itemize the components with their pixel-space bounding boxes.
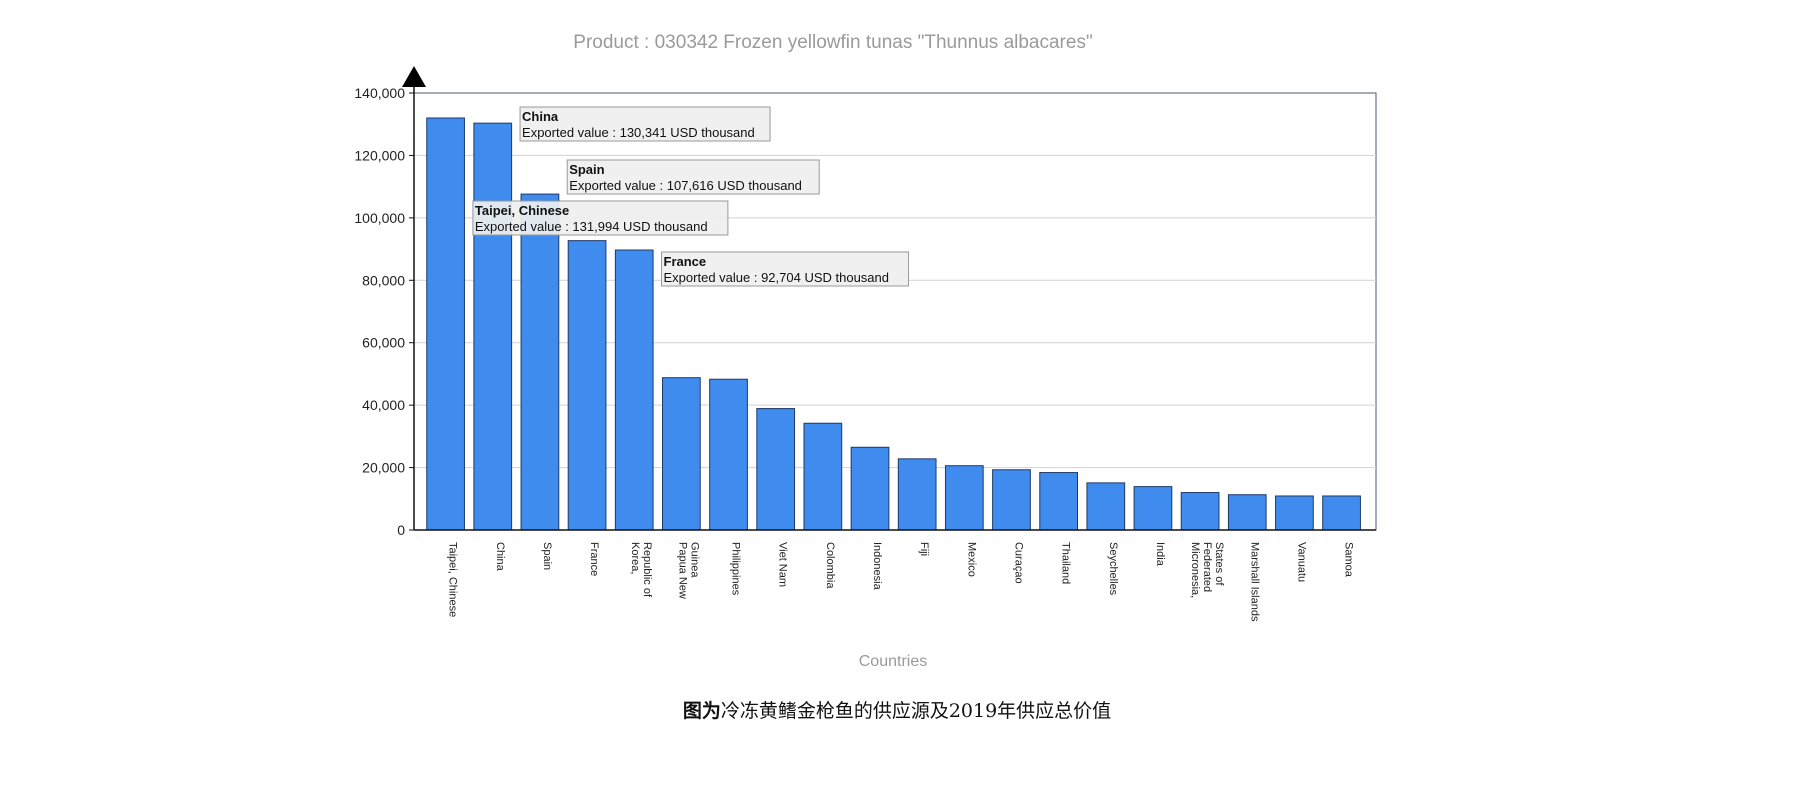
x-tick-label: Colombia	[824, 542, 836, 589]
x-tick-label: Curaçao	[1012, 542, 1024, 584]
bar[interactable]	[756, 408, 796, 531]
x-axis-label: Countries	[859, 653, 927, 670]
y-tick-labels: 0 20,000 40,000 60,000 80,000 100,000 120,000 1…	[354, 85, 414, 538]
tooltip-text: Exported value : 131,994 USD thousand	[475, 219, 708, 234]
x-tick-label: Indonesia	[871, 542, 883, 591]
bar[interactable]	[426, 117, 465, 531]
y-tick-label: 60,000	[362, 335, 405, 351]
tooltip: SpainExported value : 107,616 USD thousa…	[566, 159, 820, 195]
chart-title: Product : 030342 Frozen yellowfin tunas …	[573, 32, 1092, 53]
bar[interactable]	[992, 469, 1031, 531]
x-tick-label: Korea,	[629, 542, 641, 574]
x-tick-label: Micronesia,	[1189, 542, 1201, 598]
x-tick-label: States of	[1213, 542, 1225, 586]
caption-text: 冷冻黄鳍金枪鱼的供应源及2019年供应总价值	[721, 700, 1111, 722]
y-tick-label: 120,000	[354, 147, 405, 163]
x-tick-label: India	[1154, 542, 1166, 567]
bar[interactable]	[614, 249, 654, 531]
x-tick-label: Seychelles	[1107, 542, 1119, 596]
bar[interactable]	[520, 193, 560, 531]
x-tick-label: Taipei, Chinese	[447, 542, 459, 617]
x-tick-label: Guinea	[688, 542, 700, 578]
tooltip-text: Exported value : 130,341 USD thousand	[522, 125, 755, 140]
figure-caption: 图为冷冻黄鳍金枪鱼的供应源及2019年供应总价值	[683, 699, 1111, 722]
y-tick-label: 40,000	[362, 397, 405, 413]
x-tick-label: Viet Nam	[777, 542, 789, 587]
tooltip: ChinaExported value : 130,341 USD thousa…	[519, 106, 771, 142]
y-tick-label: 20,000	[362, 460, 405, 476]
x-tick-label: Mexico	[965, 542, 977, 577]
bar[interactable]	[1275, 495, 1314, 531]
x-tick-label: Papua New	[676, 542, 688, 599]
bar[interactable]	[944, 465, 984, 531]
bar[interactable]	[803, 422, 843, 531]
x-tick-label: Federated	[1201, 542, 1213, 592]
x-tick-label: Republic of	[641, 542, 653, 598]
bar[interactable]	[473, 122, 513, 531]
x-tick-labels: Taipei, Chinese China Spain France Korea, Rep…	[447, 542, 1355, 622]
tooltip-title: France	[664, 254, 707, 269]
bar[interactable]	[1227, 494, 1267, 531]
bar[interactable]	[897, 458, 937, 531]
x-tick-label: Philippines	[730, 542, 742, 596]
bar-chart: Product : 030342 Frozen yellowfin tunas …	[354, 32, 1377, 722]
y-tick-label: 80,000	[362, 272, 405, 288]
y-tick-label: 100,000	[354, 210, 405, 226]
bar[interactable]	[1039, 472, 1078, 531]
x-tick-label: Vanuatu	[1295, 542, 1307, 582]
x-tick-label: China	[494, 542, 506, 572]
tooltip: Taipei, ChineseExported value : 131,994 …	[472, 200, 729, 236]
x-tick-label: Samoa	[1343, 542, 1355, 578]
x-tick-label: Fiji	[918, 542, 930, 556]
y-axis-arrow-icon	[402, 66, 426, 87]
y-tick-label: 0	[397, 522, 405, 538]
x-tick-label: Spain	[541, 542, 553, 570]
bar[interactable]	[567, 240, 607, 531]
tooltip-text: Exported value : 107,616 USD thousand	[569, 178, 802, 193]
bar[interactable]	[1086, 482, 1126, 531]
tooltip-title: Spain	[569, 162, 604, 177]
tooltip: FranceExported value : 92,704 USD thousa…	[661, 251, 910, 287]
x-tick-label: Marshall Islands	[1248, 542, 1260, 622]
bar[interactable]	[1133, 486, 1173, 531]
tooltip-title: Taipei, Chinese	[475, 203, 569, 218]
bar[interactable]	[662, 377, 701, 531]
caption-bold: 图为	[683, 699, 721, 722]
x-tick-label: Thailand	[1060, 542, 1072, 584]
bar[interactable]	[1322, 495, 1361, 531]
y-tick-label: 140,000	[354, 85, 405, 101]
tooltip-title: China	[522, 109, 559, 124]
bar[interactable]	[850, 446, 890, 531]
bar[interactable]	[1180, 492, 1220, 531]
bar[interactable]	[709, 378, 748, 531]
x-tick-label: France	[588, 542, 600, 576]
tooltip-text: Exported value : 92,704 USD thousand	[664, 270, 889, 285]
